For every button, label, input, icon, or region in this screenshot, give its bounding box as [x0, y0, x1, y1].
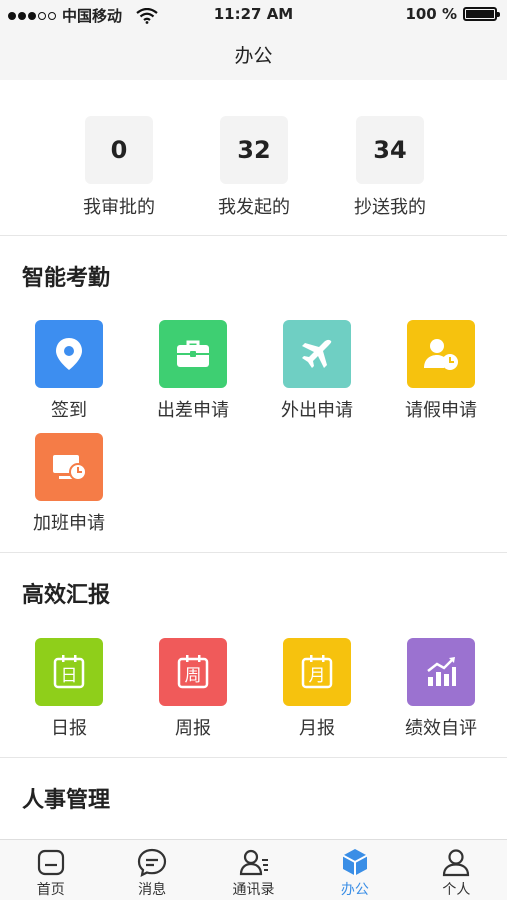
- tile: 周: [159, 638, 227, 706]
- grid-label: 外出申请: [281, 400, 353, 421]
- location-pin-icon: [56, 338, 82, 370]
- divider: [0, 552, 507, 553]
- stat-label: 我发起的: [218, 197, 290, 218]
- calendar-month-icon: 月: [301, 655, 333, 689]
- grid-label: 请假申请: [405, 400, 477, 421]
- calendar-day-icon: 日: [53, 655, 85, 689]
- grid-item-overtime[interactable]: 加班申请: [7, 433, 131, 535]
- message-icon: [138, 848, 167, 877]
- calendar-week-icon: 周: [177, 655, 209, 689]
- grid-item-leave[interactable]: 请假申请: [379, 320, 503, 422]
- tile: [407, 638, 475, 706]
- tile: 日: [35, 638, 103, 706]
- grid-item-performance-review[interactable]: 绩效自评: [379, 638, 503, 740]
- tab-contacts[interactable]: 通讯录: [203, 840, 304, 900]
- section-title-reports: 高效汇报: [22, 583, 111, 608]
- tab-home[interactable]: 首页: [0, 840, 101, 900]
- svg-text:周: 周: [185, 666, 202, 686]
- stat-count: 34: [356, 116, 424, 184]
- stat-my-initiated[interactable]: 32 我发起的: [194, 116, 314, 219]
- monitor-clock-icon: [53, 455, 87, 481]
- battery-group: 100 %: [405, 5, 500, 23]
- tab-label: 消息: [138, 882, 167, 898]
- grid-label: 加班申请: [33, 513, 105, 534]
- tab-bar: 首页 消息 通讯录 办公 个人: [0, 839, 507, 900]
- stat-count: 0: [85, 116, 153, 184]
- briefcase-icon: [177, 340, 209, 367]
- status-bar: 中国移动 11:27 AM 100 %: [0, 0, 507, 28]
- tile: 月: [283, 638, 351, 706]
- tile: [35, 433, 103, 501]
- stat-label: 我审批的: [83, 197, 155, 218]
- tile: [159, 320, 227, 388]
- tab-messages[interactable]: 消息: [101, 840, 202, 900]
- grid-label: 出差申请: [157, 400, 229, 421]
- tab-label: 个人: [442, 882, 471, 898]
- grid-item-monthly-report[interactable]: 月 月报: [255, 638, 379, 740]
- tab-profile[interactable]: 个人: [406, 840, 507, 900]
- grid-label: 周报: [175, 718, 211, 739]
- svg-text:日: 日: [61, 666, 78, 686]
- grid-item-business-trip[interactable]: 出差申请: [131, 320, 255, 422]
- cube-icon: [342, 849, 368, 876]
- grid-item-daily-report[interactable]: 日 日报: [7, 638, 131, 740]
- stat-label: 抄送我的: [354, 197, 426, 218]
- contacts-icon: [239, 849, 268, 876]
- airplane-icon: [302, 339, 332, 368]
- tab-label: 通讯录: [232, 882, 275, 898]
- svg-text:月: 月: [309, 666, 326, 686]
- tab-label: 首页: [36, 882, 65, 898]
- grid-label: 签到: [51, 400, 87, 421]
- tab-office[interactable]: 办公: [304, 840, 405, 900]
- stat-my-approvals[interactable]: 0 我审批的: [59, 116, 179, 219]
- stat-cc-to-me[interactable]: 34 抄送我的: [330, 116, 450, 219]
- divider: [0, 757, 507, 758]
- stat-count: 32: [220, 116, 288, 184]
- approval-summary: 0 我审批的 32 我发起的 34 抄送我的: [0, 80, 507, 236]
- page-title: 办公: [0, 28, 507, 80]
- grid-item-weekly-report[interactable]: 周 周报: [131, 638, 255, 740]
- person-icon: [443, 849, 470, 877]
- grid-item-outing[interactable]: 外出申请: [255, 320, 379, 422]
- battery-icon: [463, 7, 500, 21]
- user-clock-icon: [424, 339, 458, 370]
- home-icon: [37, 849, 64, 876]
- battery-percent: 100 %: [405, 5, 457, 23]
- grid-label: 日报: [51, 718, 87, 739]
- grid-label: 绩效自评: [405, 718, 477, 739]
- section-title-hr: 人事管理: [22, 788, 111, 813]
- tile: [283, 320, 351, 388]
- tile: [407, 320, 475, 388]
- section-title-attendance: 智能考勤: [22, 266, 111, 291]
- tab-label: 办公: [340, 882, 369, 898]
- grid-item-check-in[interactable]: 签到: [7, 320, 131, 422]
- bar-chart-icon: [427, 657, 456, 686]
- grid-label: 月报: [299, 718, 335, 739]
- tile: [35, 320, 103, 388]
